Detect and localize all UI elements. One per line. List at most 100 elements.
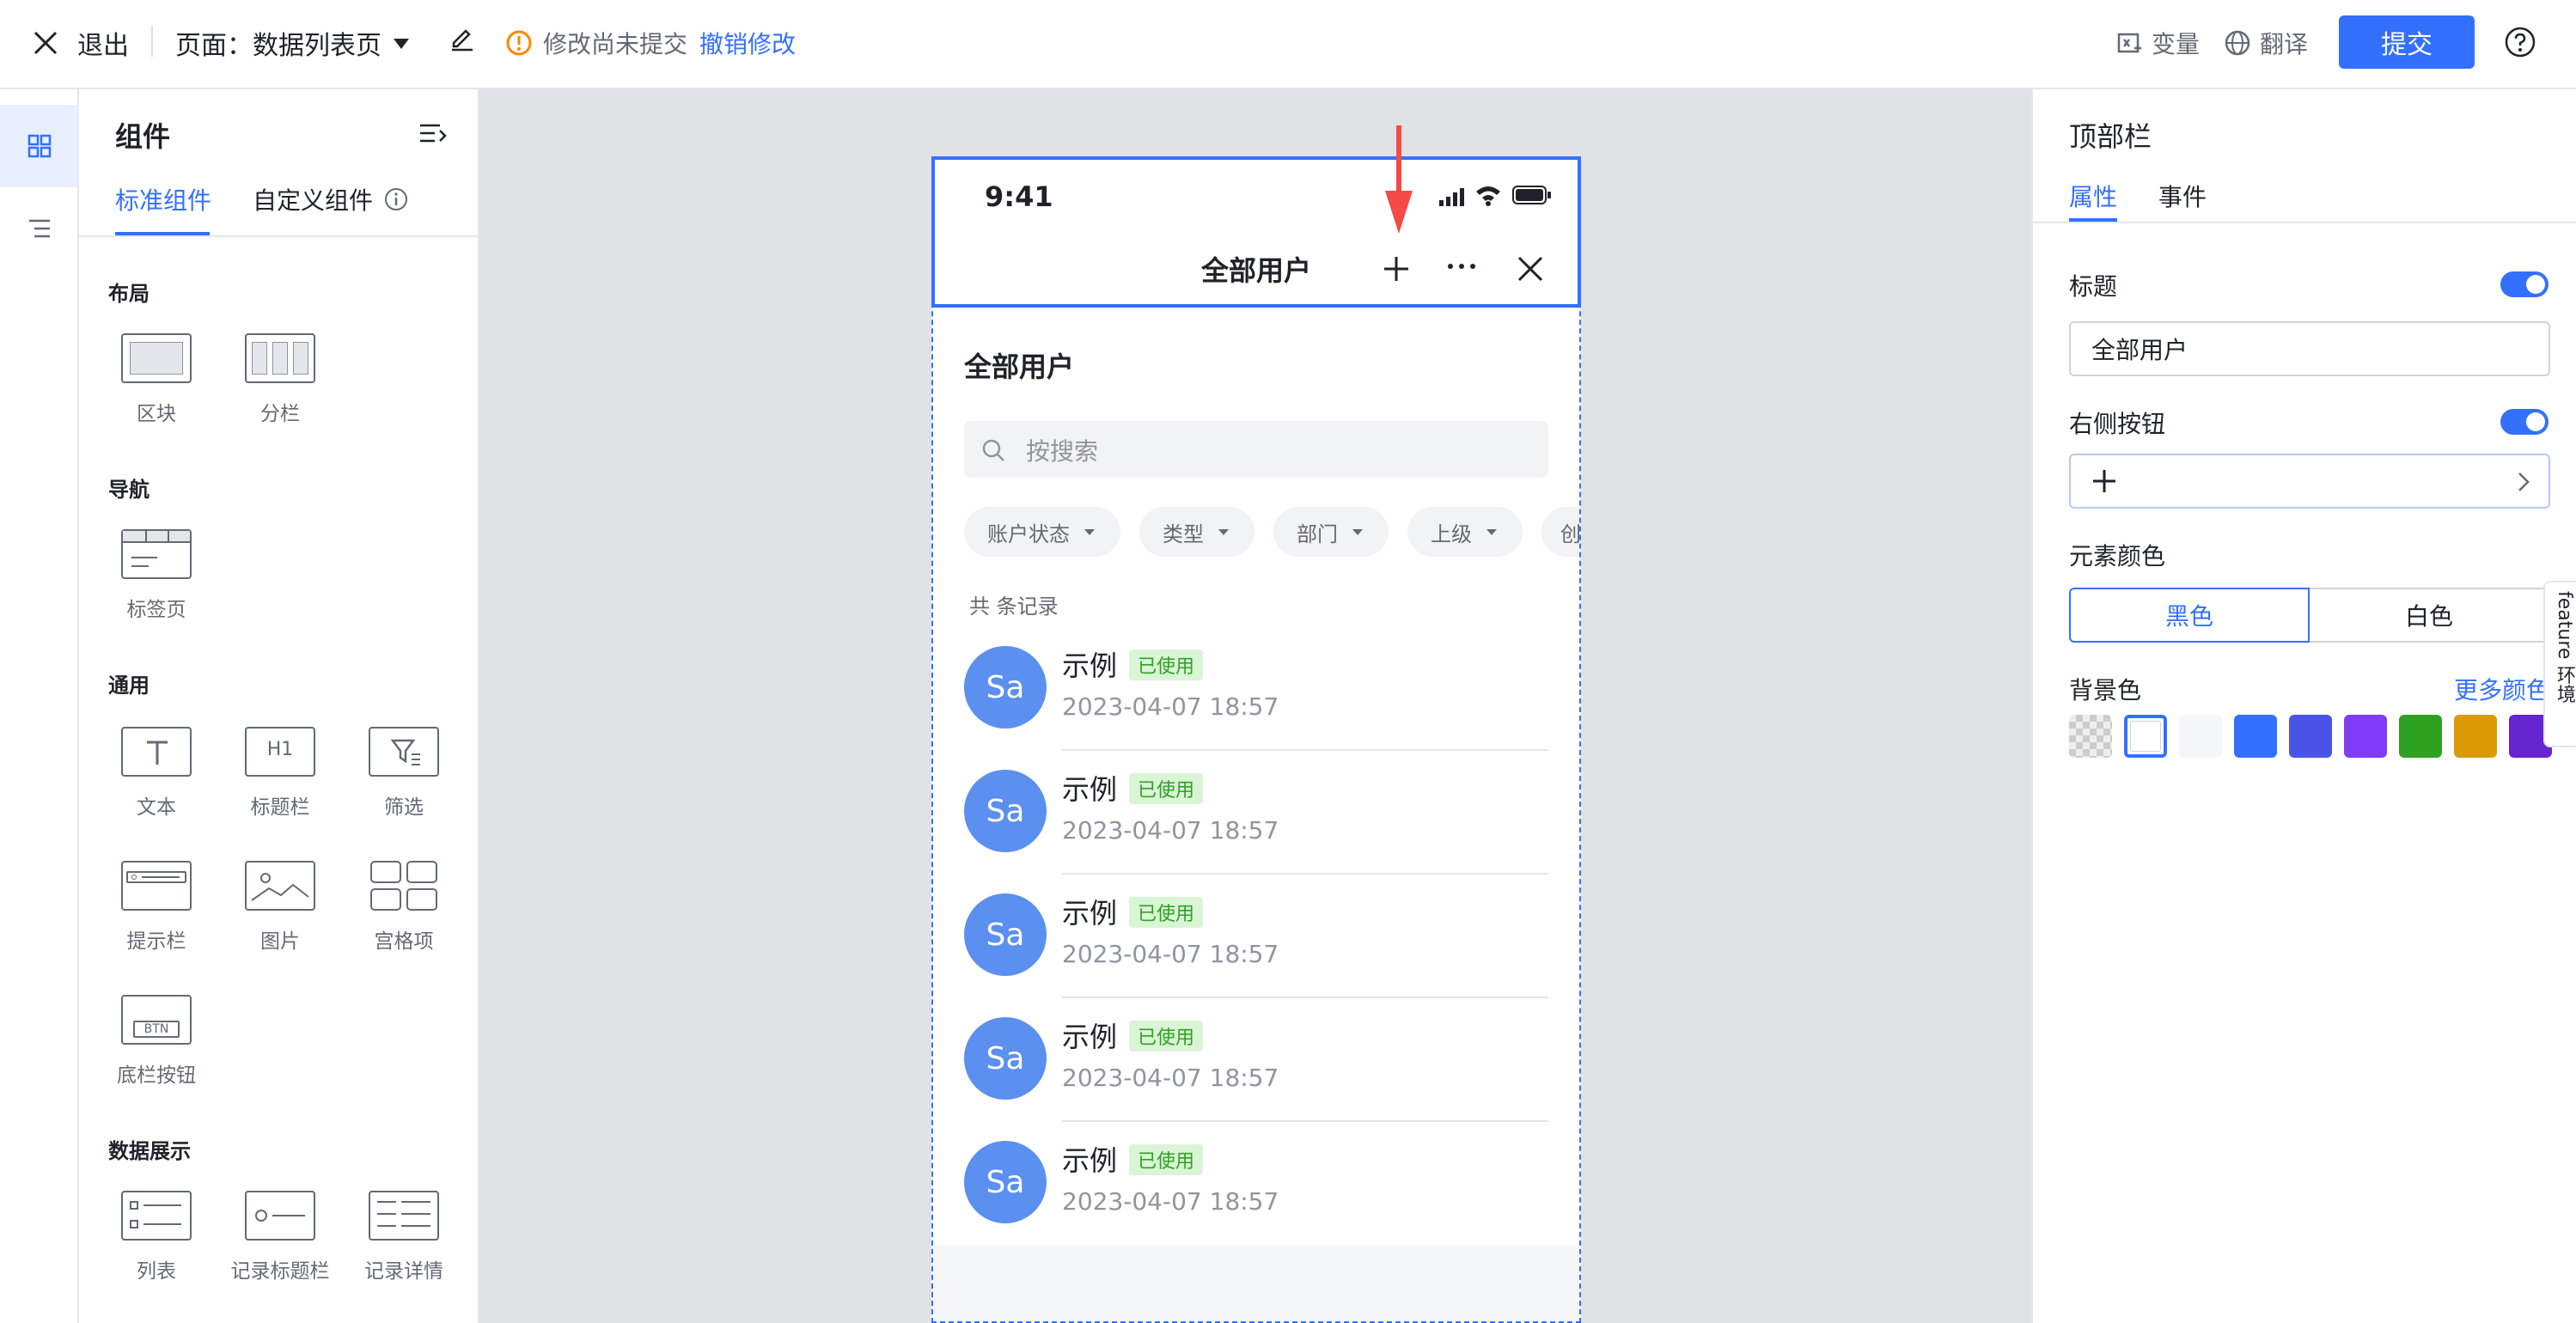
- filter-icon: [369, 727, 439, 777]
- record-detail-icon: [369, 1191, 439, 1241]
- list-item[interactable]: Sa 示例 已使用 2023-04-07 18:57: [933, 875, 1579, 998]
- row-name: 示例: [1062, 773, 1118, 806]
- title-input[interactable]: 全部用户: [2069, 321, 2550, 376]
- more-colors-link[interactable]: 更多颜色: [2454, 672, 2550, 706]
- variables-button[interactable]: 变量: [2115, 26, 2200, 60]
- plus-icon: [2093, 470, 2115, 492]
- undo-changes-link[interactable]: 撤销修改: [699, 26, 796, 60]
- component-label: 图片: [260, 930, 300, 953]
- tab-properties[interactable]: 属性: [2069, 179, 2117, 213]
- search-icon: [982, 439, 1004, 461]
- list-item[interactable]: Sa 示例 已使用 2023-04-07 18:57: [933, 751, 1579, 875]
- swatch-yellow[interactable]: [2454, 715, 2497, 758]
- unsaved-text: 修改尚未提交: [543, 30, 688, 58]
- components-rail-button[interactable]: [0, 105, 79, 187]
- right-button-selector[interactable]: [2069, 454, 2550, 509]
- component-record-title-bar[interactable]: 记录标题栏: [229, 1191, 332, 1294]
- component-tabs[interactable]: 标签页: [105, 529, 208, 632]
- edit-page-button[interactable]: [449, 26, 476, 53]
- row-name: 示例: [1062, 897, 1118, 930]
- component-columns[interactable]: 分栏: [229, 333, 332, 436]
- warning-icon: [506, 30, 532, 56]
- unsaved-notice: 修改尚未提交: [505, 26, 687, 60]
- grid-item-icon: [369, 861, 439, 911]
- list-item[interactable]: Sa 示例 已使用 2023-04-07 18:57: [933, 998, 1579, 1122]
- component-label: 标题栏: [250, 796, 310, 819]
- tab-custom-components[interactable]: 自定义组件: [253, 182, 409, 216]
- row-name: 示例: [1062, 1021, 1118, 1053]
- search-input[interactable]: 按搜索: [964, 421, 1548, 478]
- page-name: 数据列表页: [253, 31, 382, 61]
- swatch-transparent[interactable]: [2069, 715, 2112, 758]
- page-selector[interactable]: 页面： 数据列表页: [175, 24, 412, 62]
- translate-button[interactable]: 翻译: [2224, 26, 2308, 60]
- filter-chip-label: 账户状态: [987, 521, 1070, 546]
- more-icon[interactable]: [1447, 261, 1476, 271]
- component-grid-item[interactable]: 宫格项: [352, 861, 455, 964]
- tabs-divider: [2033, 222, 2576, 223]
- battery-icon: [1512, 186, 1551, 204]
- variables-label: 变量: [2152, 30, 2201, 58]
- right-button-toggle[interactable]: [2500, 409, 2549, 435]
- color-option-white[interactable]: 白色: [2310, 588, 2550, 643]
- filter-chip-label: 创: [1560, 521, 1579, 546]
- component-image[interactable]: 图片: [229, 861, 332, 964]
- component-bottom-button[interactable]: BTN 底栏按钮: [105, 995, 208, 1098]
- row-time: 2023-04-07 18:57: [1062, 1064, 1279, 1092]
- tab-standard-components[interactable]: 标准组件: [115, 182, 211, 216]
- heading-icon-text: H1: [266, 739, 294, 760]
- filter-chip-manager[interactable]: 上级: [1407, 507, 1523, 557]
- filter-chip-type[interactable]: 类型: [1139, 507, 1254, 557]
- component-list[interactable]: 列表: [105, 1191, 208, 1294]
- search-placeholder: 按搜索: [1026, 437, 1099, 466]
- component-filter[interactable]: 筛选: [352, 727, 455, 830]
- component-label: 分栏: [260, 403, 300, 425]
- top-bar-component-selected[interactable]: 9:41 全部用户: [931, 156, 1581, 308]
- record-title-icon: [245, 1191, 315, 1241]
- text-icon: [121, 727, 192, 777]
- feature-env-tab[interactable]: feature 环境: [2543, 581, 2576, 747]
- title-toggle[interactable]: [2500, 271, 2549, 297]
- image-icon: [245, 861, 315, 911]
- globe-icon: [2225, 30, 2250, 56]
- component-notice-bar[interactable]: 提示栏: [105, 861, 208, 964]
- caret-down-icon: [1084, 529, 1095, 535]
- exit-button[interactable]: 退出: [31, 24, 129, 62]
- list-item[interactable]: Sa 示例 已使用 2023-04-07 18:57: [933, 1122, 1579, 1246]
- close-icon: [34, 31, 58, 55]
- color-option-black[interactable]: 黑色: [2069, 588, 2310, 643]
- outline-rail-button[interactable]: [0, 187, 79, 270]
- swatch-blue[interactable]: [2234, 715, 2277, 758]
- component-text[interactable]: 文本: [105, 727, 208, 830]
- block-icon: [121, 333, 192, 383]
- help-button[interactable]: [2504, 26, 2536, 58]
- grid-icon: [27, 134, 52, 158]
- caret-down-icon: [394, 39, 409, 49]
- filter-chip-department[interactable]: 部门: [1273, 507, 1389, 557]
- component-label: 底栏按钮: [117, 1064, 196, 1087]
- component-record-detail[interactable]: 记录详情: [352, 1191, 455, 1294]
- collapse-panel-button[interactable]: [418, 119, 447, 151]
- list-icon: [121, 1191, 192, 1241]
- close-icon[interactable]: [1516, 254, 1545, 284]
- filter-chip-account-status[interactable]: 账户状态: [964, 507, 1120, 557]
- row-time: 2023-04-07 18:57: [1062, 692, 1279, 721]
- tab-events[interactable]: 事件: [2158, 179, 2207, 213]
- swatch-light-grey[interactable]: [2179, 715, 2222, 758]
- component-title-bar[interactable]: H1 标题栏: [229, 727, 332, 830]
- title-label: 标题: [2069, 272, 2118, 301]
- swatch-purple[interactable]: [2344, 715, 2387, 758]
- swatch-inner: [2130, 721, 2161, 752]
- plus-icon[interactable]: [1382, 254, 1411, 284]
- variable-icon: [2117, 33, 2141, 53]
- component-label: 列表: [137, 1260, 176, 1283]
- component-block[interactable]: 区块: [105, 333, 208, 436]
- swatch-white-selected[interactable]: [2124, 715, 2167, 758]
- feature-env-label: feature 环境: [2554, 591, 2575, 704]
- submit-button[interactable]: 提交: [2339, 15, 2475, 69]
- list-item[interactable]: Sa 示例 已使用 2023-04-07 18:57: [933, 627, 1579, 751]
- components-panel: 组件 标准组件 自定义组件 布局 区块 分栏 导航 标签页 通用 文本 H1 标…: [79, 89, 479, 1323]
- swatch-indigo[interactable]: [2289, 715, 2332, 758]
- properties-panel: 顶部栏 属性 事件 标题 全部用户 右侧按钮 元素颜色 黑色 白色 背景色 更多…: [2031, 89, 2576, 1323]
- swatch-green[interactable]: [2399, 715, 2442, 758]
